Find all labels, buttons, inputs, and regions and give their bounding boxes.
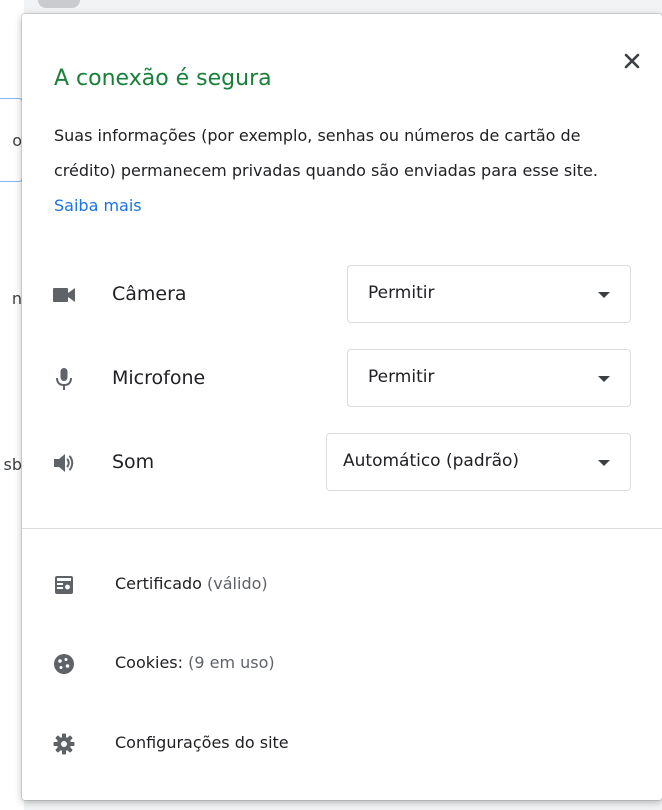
- microphone-icon: [56, 368, 72, 390]
- cookie-icon: [54, 654, 74, 674]
- certificate-label: Certificado (válido): [115, 574, 268, 593]
- select-value: Automático (padrão): [343, 451, 520, 471]
- page-info-bubble: A conexão é segura Suas informações (por…: [22, 14, 662, 800]
- learn-more-link[interactable]: Saiba mais: [54, 196, 142, 215]
- cookies-text: Cookies:: [115, 653, 184, 672]
- certificate-text: Certificado: [115, 574, 202, 593]
- permission-row-camera: Câmera Permitir: [22, 265, 662, 325]
- permission-row-sound: Som Automático (padrão): [22, 433, 662, 493]
- cookies-label: Cookies: (9 em uso): [115, 653, 275, 672]
- chevron-down-icon: [598, 292, 610, 298]
- permission-label: Câmera: [112, 283, 187, 305]
- background-tab: [38, 0, 80, 8]
- cookies-row[interactable]: Cookies: (9 em uso): [22, 644, 662, 684]
- certificate-status: (válido): [207, 574, 268, 593]
- permission-row-microphone: Microfone Permitir: [22, 349, 662, 409]
- security-title: A conexão é segura: [54, 66, 272, 91]
- microphone-permission-select[interactable]: Permitir: [347, 349, 631, 407]
- security-description-text: Suas informações (por exemplo, senhas ou…: [54, 126, 598, 180]
- camera-permission-select[interactable]: Permitir: [347, 265, 631, 323]
- background-text-fragment: o: [12, 131, 22, 150]
- gear-icon: [53, 733, 75, 755]
- select-value: Permitir: [368, 367, 435, 387]
- cookies-count: (9 em uso): [188, 653, 275, 672]
- close-button[interactable]: [619, 48, 645, 74]
- close-icon: [624, 53, 640, 69]
- sound-permission-select[interactable]: Automático (padrão): [326, 433, 631, 491]
- site-settings-label: Configurações do site: [115, 733, 289, 752]
- site-settings-row[interactable]: Configurações do site: [22, 724, 662, 764]
- certificate-row[interactable]: Certificado (válido): [22, 565, 662, 605]
- speaker-icon: [54, 454, 74, 472]
- security-description: Suas informações (por exemplo, senhas ou…: [54, 118, 620, 223]
- permission-label: Som: [112, 451, 155, 473]
- permission-label: Microfone: [112, 367, 206, 389]
- section-divider: [22, 528, 662, 529]
- certificate-icon: [55, 576, 73, 594]
- background-text-fragment: n: [11, 289, 22, 308]
- chevron-down-icon: [598, 376, 610, 382]
- camera-icon: [53, 288, 75, 302]
- background-text-fragment: sb: [3, 455, 23, 474]
- select-value: Permitir: [368, 283, 435, 303]
- chevron-down-icon: [598, 460, 610, 466]
